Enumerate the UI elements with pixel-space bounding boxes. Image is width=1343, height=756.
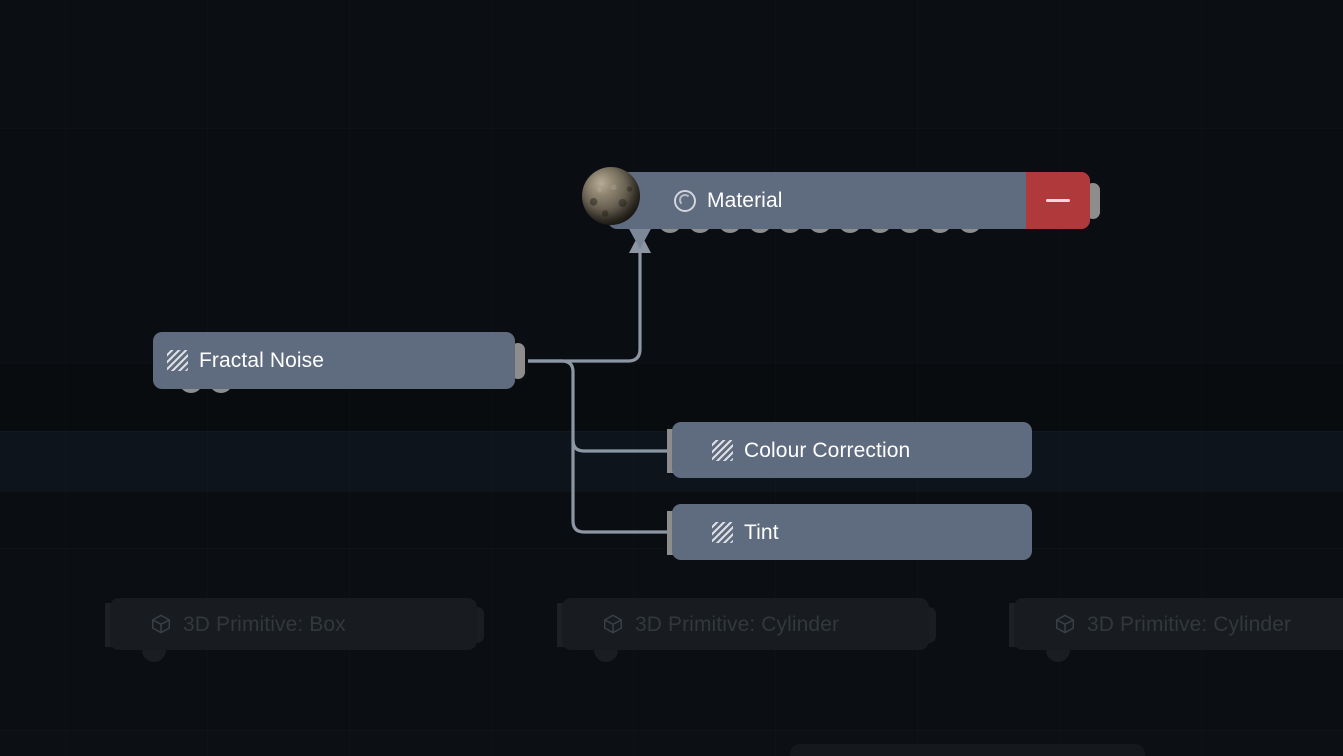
bg-vline-1 [65, 0, 66, 756]
cylinder-2-node-body[interactable]: 3D Primitive: Cylinder [1014, 598, 1343, 650]
remove-button[interactable] [1026, 172, 1090, 229]
bg-band-top [0, 0, 1343, 128]
node-3d-primitive-box[interactable]: 3D Primitive: Box [110, 598, 477, 650]
cube-icon [150, 613, 172, 635]
box-output-port-0[interactable] [142, 648, 166, 662]
node-tint[interactable]: Tint [672, 504, 1032, 560]
minus-icon [1046, 199, 1070, 202]
cylinder-1-node-body[interactable]: 3D Primitive: Cylinder [562, 598, 929, 650]
node-3d-primitive-cylinder-1[interactable]: 3D Primitive: Cylinder [562, 598, 929, 650]
bg-band-2 [0, 128, 1343, 363]
fractal-node-title: Fractal Noise [199, 350, 324, 371]
cylinder-1-node-title: 3D Primitive: Cylinder [635, 614, 839, 635]
material-connected-input-marker[interactable] [628, 227, 652, 249]
fractal-node-body[interactable]: Fractal Noise [153, 332, 515, 389]
hatch-pattern-icon [712, 440, 733, 461]
node-material[interactable]: Material [608, 172, 1090, 229]
material-node-body[interactable]: Material [608, 172, 1090, 229]
box-output-dots[interactable] [136, 648, 196, 662]
node-3d-primitive-cylinder-2[interactable]: 3D Primitive: Cylinder [1014, 598, 1343, 650]
sphere-outline-icon [674, 190, 696, 212]
bg-hline-1 [0, 128, 1343, 129]
cylinder-2-output-dots[interactable] [1040, 648, 1100, 662]
box-node-title: 3D Primitive: Box [183, 614, 346, 635]
node-graph-canvas[interactable]: Material Fractal Noise [0, 0, 1343, 756]
material-node-title: Material [707, 190, 783, 211]
material-sphere-preview[interactable] [582, 167, 640, 225]
hatch-pattern-icon [167, 350, 188, 371]
bg-hline-6 [0, 730, 1343, 731]
bg-hline-4 [0, 491, 1343, 492]
cube-icon [602, 613, 624, 635]
colour-correction-node-body[interactable]: Colour Correction [672, 422, 1032, 478]
wire-fractal-branch-drop [521, 361, 672, 532]
hatch-pattern-icon [712, 522, 733, 543]
colour-correction-node-title: Colour Correction [744, 440, 910, 461]
tint-node-body[interactable]: Tint [672, 504, 1032, 560]
cylinder-2-node-title: 3D Primitive: Cylinder [1087, 614, 1291, 635]
wire-fractal-to-colour-correction [573, 440, 672, 451]
cylinder-1-output-port-0[interactable] [594, 648, 618, 662]
node-colour-correction[interactable]: Colour Correction [672, 422, 1032, 478]
cylinder-2-output-port-0[interactable] [1046, 648, 1070, 662]
cube-icon [1054, 613, 1076, 635]
tint-node-title: Tint [744, 522, 779, 543]
bottom-overlay-panel[interactable] [790, 744, 1145, 756]
node-fractal-noise[interactable]: Fractal Noise [153, 332, 515, 389]
box-node-body[interactable]: 3D Primitive: Box [110, 598, 477, 650]
wire-fractal-to-material [521, 250, 640, 361]
cylinder-1-output-dots[interactable] [588, 648, 648, 662]
